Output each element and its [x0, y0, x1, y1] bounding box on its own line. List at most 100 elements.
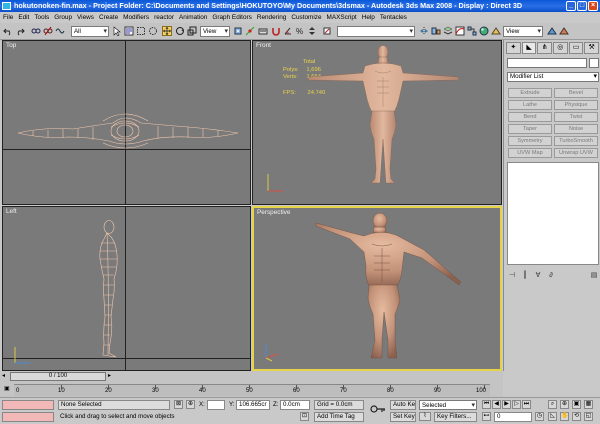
- key-icon[interactable]: [370, 404, 386, 414]
- absolute-mode-icon[interactable]: ⊕: [186, 400, 195, 409]
- unlink-icon[interactable]: [43, 26, 53, 36]
- close-button[interactable]: ×: [588, 1, 598, 11]
- mini-curve-editor-icon[interactable]: ▣: [4, 385, 11, 394]
- key-mode-toggle-icon[interactable]: ⊷: [482, 412, 491, 421]
- viewport-left[interactable]: Left: [2, 206, 251, 371]
- modifier-twist-button[interactable]: Twist: [554, 112, 598, 122]
- select-and-link-icon[interactable]: [31, 26, 41, 36]
- show-end-result-icon[interactable]: ┃: [520, 271, 530, 280]
- redo-icon[interactable]: [15, 26, 25, 36]
- zoom-extents-all-icon[interactable]: ▦: [584, 400, 593, 409]
- schematic-view-icon[interactable]: [467, 26, 477, 36]
- snaps-toggle-icon[interactable]: [271, 26, 281, 36]
- zoom-all-icon[interactable]: ⊕: [560, 400, 569, 409]
- y-coord-field[interactable]: 106.665cr: [236, 400, 270, 410]
- pin-stack-icon[interactable]: ⊣: [507, 271, 517, 280]
- modifier-turbosmooth-button[interactable]: TurboSmooth: [554, 136, 598, 146]
- object-name-field[interactable]: [507, 58, 587, 68]
- menu-edit[interactable]: Edit: [18, 12, 29, 23]
- rectangular-selection-icon[interactable]: [136, 26, 146, 36]
- use-pivot-point-center-icon[interactable]: [233, 26, 243, 36]
- menu-file[interactable]: File: [3, 12, 13, 23]
- reference-coordinate-dropdown[interactable]: View: [200, 26, 230, 37]
- menu-animation[interactable]: Animation: [179, 12, 207, 23]
- render-view-dropdown[interactable]: View: [503, 26, 543, 37]
- selection-lock-icon[interactable]: ⊠: [174, 400, 183, 409]
- select-and-rotate-icon[interactable]: [175, 26, 185, 36]
- bind-to-space-warp-icon[interactable]: [55, 26, 65, 36]
- time-slider[interactable]: 0 / 100: [10, 372, 106, 381]
- menu-tools[interactable]: Tools: [34, 12, 49, 23]
- modifier-symmetry-button[interactable]: Symmetry: [508, 136, 552, 146]
- current-frame-field[interactable]: 0: [494, 412, 532, 422]
- go-to-start-icon[interactable]: ⏮: [482, 400, 491, 409]
- menu-graph-editors[interactable]: Graph Editors: [212, 12, 251, 23]
- undo-icon[interactable]: [3, 26, 13, 36]
- material-editor-icon[interactable]: [479, 26, 489, 36]
- time-tag-lock-icon[interactable]: ⊡: [300, 412, 309, 421]
- add-time-tag-button[interactable]: Add Time Tag: [314, 412, 364, 422]
- zoom-icon[interactable]: ⌕: [548, 400, 557, 409]
- align-icon[interactable]: [431, 26, 441, 36]
- modifier-bevel-button[interactable]: Bevel: [554, 88, 598, 98]
- menu-rendering[interactable]: Rendering: [257, 12, 287, 23]
- remove-modifier-icon[interactable]: ∂: [546, 271, 556, 280]
- viewport-top[interactable]: Top: [2, 40, 251, 205]
- key-mode-dropdown[interactable]: Selected: [419, 400, 477, 410]
- default-tangent-icon[interactable]: ⌇: [419, 412, 431, 421]
- maximize-viewport-icon[interactable]: ◱: [584, 412, 593, 421]
- menu-views[interactable]: Views: [77, 12, 94, 23]
- time-slider-right-arrow[interactable]: ▸: [108, 372, 115, 381]
- curve-editor-icon[interactable]: [455, 26, 465, 36]
- create-tab-icon[interactable]: ✦: [506, 42, 521, 54]
- app-icon[interactable]: [2, 2, 11, 10]
- menu-reactor[interactable]: reactor: [154, 12, 174, 23]
- utilities-tab-icon[interactable]: ⚒: [584, 42, 600, 54]
- hierarchy-tab-icon[interactable]: ⋔: [537, 42, 553, 54]
- select-and-manipulate-icon[interactable]: [245, 26, 255, 36]
- object-color-swatch[interactable]: [589, 58, 599, 68]
- display-tab-icon[interactable]: ▭: [568, 42, 584, 54]
- viewport-front[interactable]: Front Total Polys: 1,696 Verts: 1,664 FP…: [252, 40, 502, 205]
- play-icon[interactable]: ▶: [502, 400, 511, 409]
- menu-help[interactable]: Help: [362, 12, 375, 23]
- layer-manager-icon[interactable]: [443, 26, 453, 36]
- make-unique-icon[interactable]: ∀: [533, 271, 543, 280]
- previous-frame-icon[interactable]: ◀: [492, 400, 501, 409]
- modifier-uvw-map-button[interactable]: UVW Map: [508, 148, 552, 158]
- modifier-lathe-button[interactable]: Lathe: [508, 100, 552, 110]
- time-configuration-icon[interactable]: ◷: [535, 412, 544, 421]
- menu-tentacles[interactable]: Tentacles: [380, 12, 407, 23]
- keyboard-shortcut-override-icon[interactable]: [258, 26, 268, 36]
- select-object-icon[interactable]: [112, 26, 122, 36]
- x-coord-field[interactable]: [207, 400, 225, 410]
- pan-view-icon[interactable]: ✋: [560, 412, 569, 421]
- named-selection-sets-dropdown[interactable]: [337, 26, 415, 37]
- modifier-unwrap-uvw-button[interactable]: Unwrap UVW: [554, 148, 598, 158]
- key-filters-button[interactable]: Key Filters...: [434, 412, 477, 422]
- mirror-icon[interactable]: [419, 26, 429, 36]
- minimize-button[interactable]: _: [566, 1, 576, 11]
- menu-modifiers[interactable]: Modifiers: [123, 12, 149, 23]
- selection-filter-dropdown[interactable]: All: [71, 26, 109, 37]
- select-and-scale-icon[interactable]: [187, 26, 197, 36]
- zoom-extents-icon[interactable]: ▣: [572, 400, 581, 409]
- auto-key-button[interactable]: Auto Key: [390, 400, 416, 410]
- menu-maxscript[interactable]: MAXScript: [327, 12, 357, 23]
- menu-create[interactable]: Create: [99, 12, 118, 23]
- percent-snap-icon[interactable]: %: [295, 26, 305, 36]
- modifier-taper-button[interactable]: Taper: [508, 124, 552, 134]
- edit-named-selection-icon[interactable]: [322, 26, 332, 36]
- next-frame-icon[interactable]: ▷: [512, 400, 521, 409]
- configure-modifier-sets-icon[interactable]: ▤: [589, 271, 599, 280]
- menu-customize[interactable]: Customize: [291, 12, 321, 23]
- render-last-icon[interactable]: [559, 26, 569, 36]
- go-to-end-icon[interactable]: ⏭: [522, 400, 531, 409]
- motion-tab-icon[interactable]: ◎: [553, 42, 568, 54]
- field-of-view-icon[interactable]: ◺: [548, 412, 557, 421]
- modifier-extrude-button[interactable]: Extrude: [508, 88, 552, 98]
- select-and-move-icon[interactable]: [162, 26, 172, 36]
- modify-tab-icon[interactable]: ◣: [521, 42, 537, 54]
- render-setup-icon[interactable]: [491, 26, 501, 36]
- select-by-name-icon[interactable]: [124, 26, 134, 36]
